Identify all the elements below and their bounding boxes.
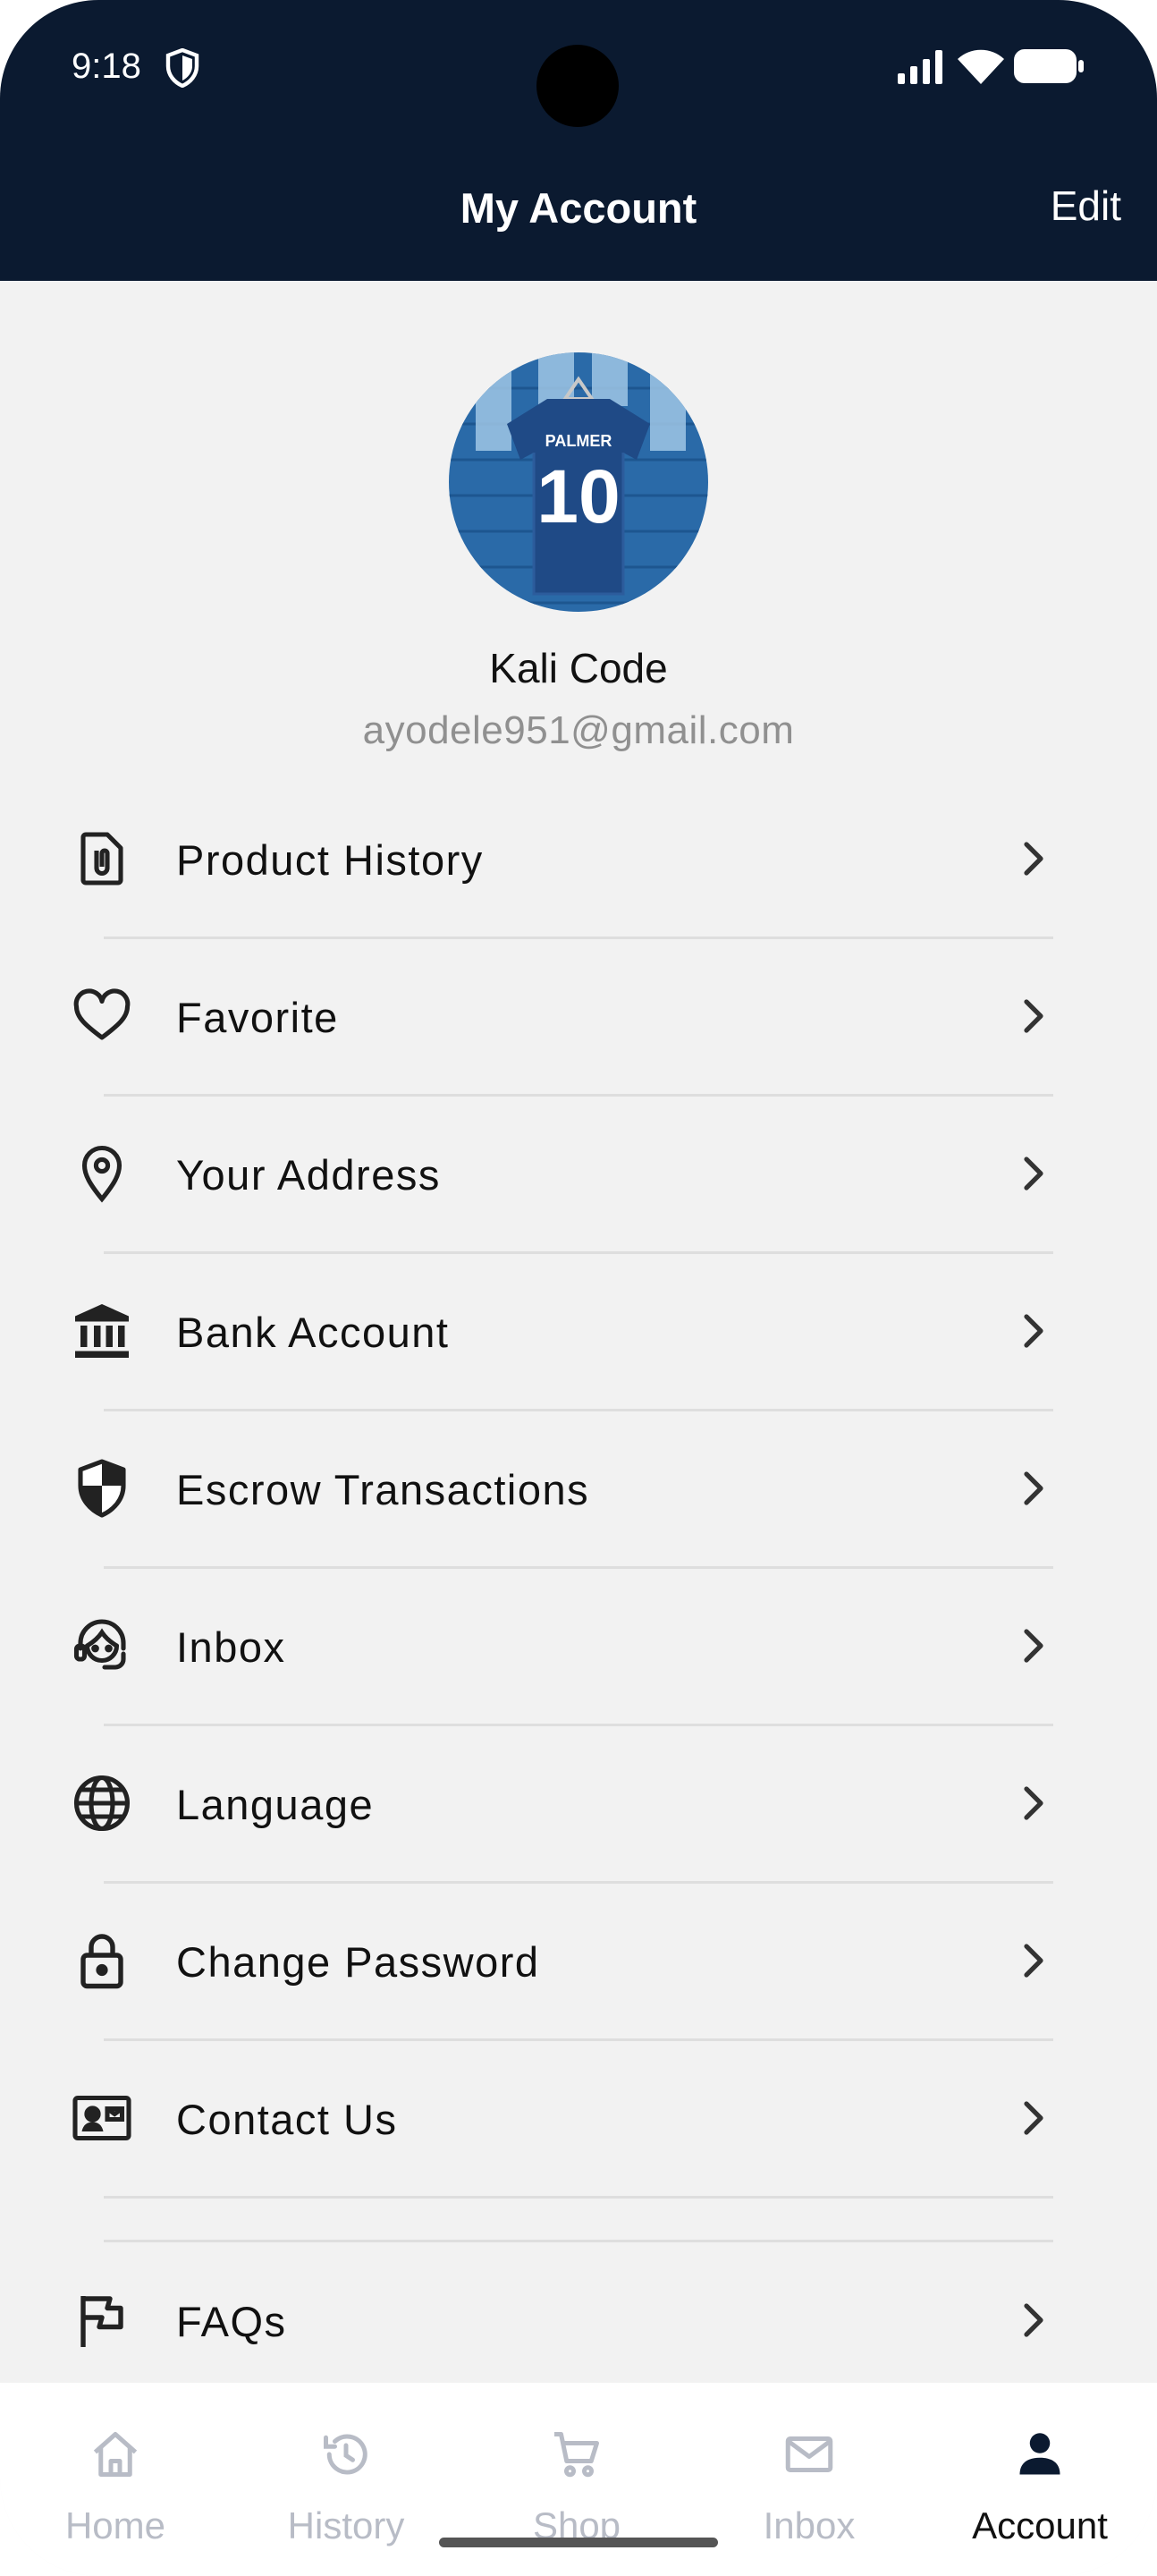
menu-item-language[interactable]: Language — [0, 1724, 1157, 1882]
battery-icon — [1014, 49, 1084, 83]
menu-item-label: Favorite — [176, 994, 339, 1041]
tab-history[interactable]: History — [231, 2383, 461, 2546]
profile-email: ayodele951@gmail.com — [362, 708, 795, 752]
menu-item-label: Your Address — [176, 1151, 441, 1199]
location-pin-icon — [81, 1146, 122, 1203]
menu-divider — [104, 2196, 1053, 2199]
menu-item-contact-us[interactable]: Contact Us — [0, 2039, 1157, 2197]
contact-card-icon — [72, 2095, 131, 2141]
chevron-right-icon — [1024, 1786, 1043, 1820]
tab-shop[interactable]: Shop — [461, 2383, 692, 2546]
chevron-right-icon — [1024, 1944, 1043, 1978]
tab-account[interactable]: Account — [925, 2383, 1155, 2546]
home-indicator[interactable] — [439, 2538, 718, 2547]
tab-label: Account — [972, 2504, 1108, 2546]
flag-icon — [80, 2296, 123, 2347]
clipboard-attachment-icon — [80, 832, 123, 886]
chevron-right-icon — [1024, 1314, 1043, 1348]
globe-icon — [73, 1775, 131, 1832]
lock-icon — [80, 1934, 123, 1989]
menu-item-label: FAQs — [176, 2298, 287, 2345]
menu-item-label: Product History — [176, 836, 484, 884]
menu-item-change-password[interactable]: Change Password — [0, 1882, 1157, 2039]
menu-item-label: Inbox — [176, 1623, 286, 1671]
edit-button[interactable]: Edit — [1051, 182, 1121, 230]
tab-label: Home — [64, 2504, 166, 2546]
front-camera — [536, 45, 619, 127]
tab-home[interactable]: Home — [0, 2383, 231, 2546]
shield-status-icon — [165, 48, 199, 88]
status-time: 9:18 — [72, 47, 141, 86]
tab-label: Inbox — [763, 2504, 856, 2546]
chevron-right-icon — [1024, 2101, 1043, 2135]
support-agent-icon — [73, 1619, 126, 1670]
page-title: My Account — [460, 184, 697, 232]
menu-item-label: Contact Us — [176, 2096, 398, 2143]
cart-icon — [554, 2432, 599, 2478]
menu-item-product-history[interactable]: Product History — [0, 780, 1157, 937]
status-bar: 9:18 — [0, 0, 1157, 134]
tab-label: History — [287, 2504, 405, 2546]
account-screen: 9:18 My Account Edit PALMER 10 Kali Code… — [0, 0, 1157, 2576]
chevron-right-icon — [1024, 1157, 1043, 1191]
menu-item-label: Bank Account — [176, 1309, 450, 1356]
chevron-right-icon — [1024, 1471, 1043, 1505]
chevron-right-icon — [1024, 1629, 1043, 1663]
menu-item-label: Escrow Transactions — [176, 1466, 590, 1513]
mail-icon — [785, 2436, 833, 2472]
person-icon — [1019, 2433, 1060, 2475]
history-icon — [324, 2434, 367, 2475]
chevron-right-icon — [1024, 2303, 1043, 2337]
cellular-signal-icon — [898, 50, 942, 84]
wifi-icon — [958, 49, 1004, 84]
menu-item-escrow-transactions[interactable]: Escrow Transactions — [0, 1410, 1157, 1567]
menu-item-favorite[interactable]: Favorite — [0, 937, 1157, 1095]
bank-icon — [75, 1304, 129, 1358]
heart-icon — [73, 988, 131, 1040]
menu-item-label: Change Password — [176, 1938, 540, 1986]
profile-name: Kali Code — [489, 645, 668, 691]
avatar-jersey-image: PALMER 10 — [449, 352, 708, 612]
menu-item-inbox[interactable]: Inbox — [0, 1567, 1157, 1724]
app-header: 9:18 My Account Edit — [0, 0, 1157, 281]
shield-icon — [78, 1459, 126, 1518]
chevron-right-icon — [1024, 842, 1043, 876]
avatar[interactable]: PALMER 10 — [449, 352, 708, 612]
menu-item-label: Language — [176, 1781, 375, 1828]
jersey-number-text: 10 — [536, 454, 620, 538]
tab-inbox[interactable]: Inbox — [694, 2383, 925, 2546]
menu-item-bank-account[interactable]: Bank Account — [0, 1252, 1157, 1410]
menu-item-faqs[interactable]: FAQs — [0, 2241, 1157, 2399]
jersey-name-text: PALMER — [545, 432, 612, 450]
chevron-right-icon — [1024, 999, 1043, 1033]
home-icon — [93, 2432, 138, 2477]
menu-item-your-address[interactable]: Your Address — [0, 1095, 1157, 1252]
